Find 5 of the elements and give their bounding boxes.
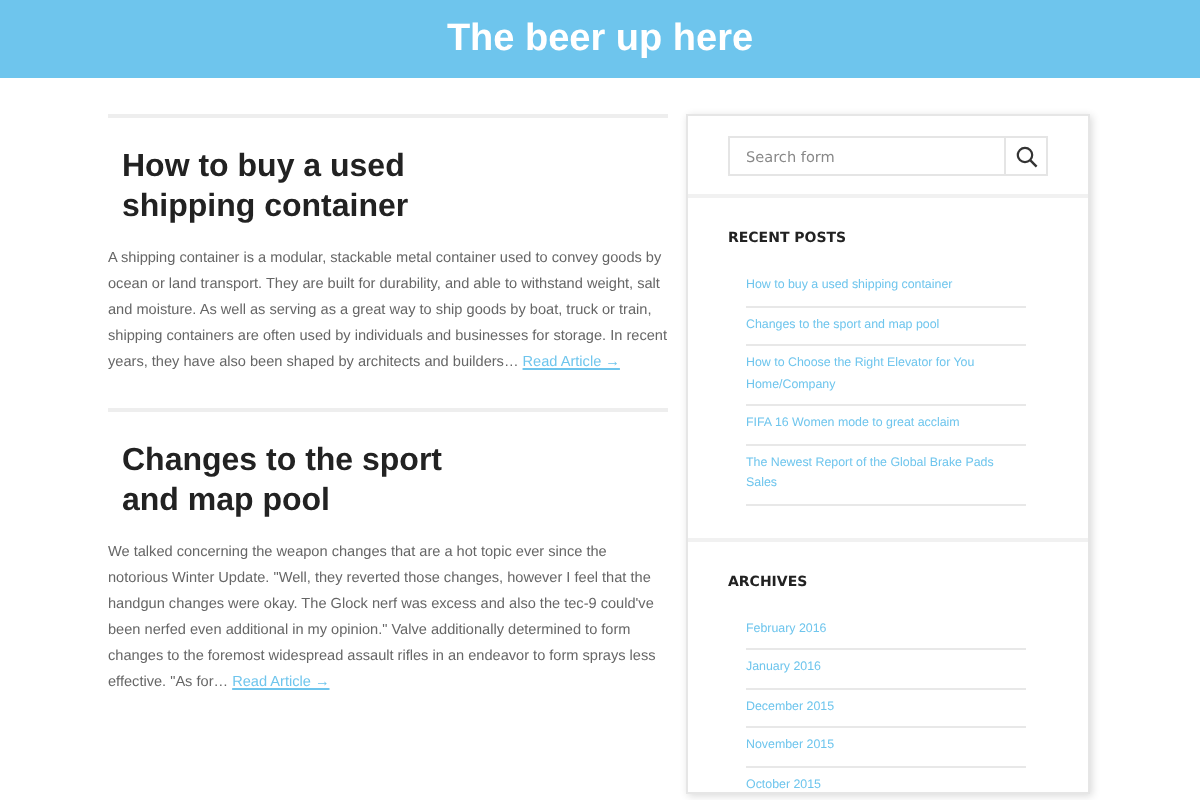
- article-title[interactable]: Changes to the sport and map pool: [122, 442, 502, 522]
- search-icon: [1015, 145, 1037, 167]
- site-title: The beer up here: [446, 17, 754, 61]
- article-title[interactable]: How to buy a used shipping container: [122, 148, 502, 228]
- search-button[interactable]: [1004, 136, 1048, 176]
